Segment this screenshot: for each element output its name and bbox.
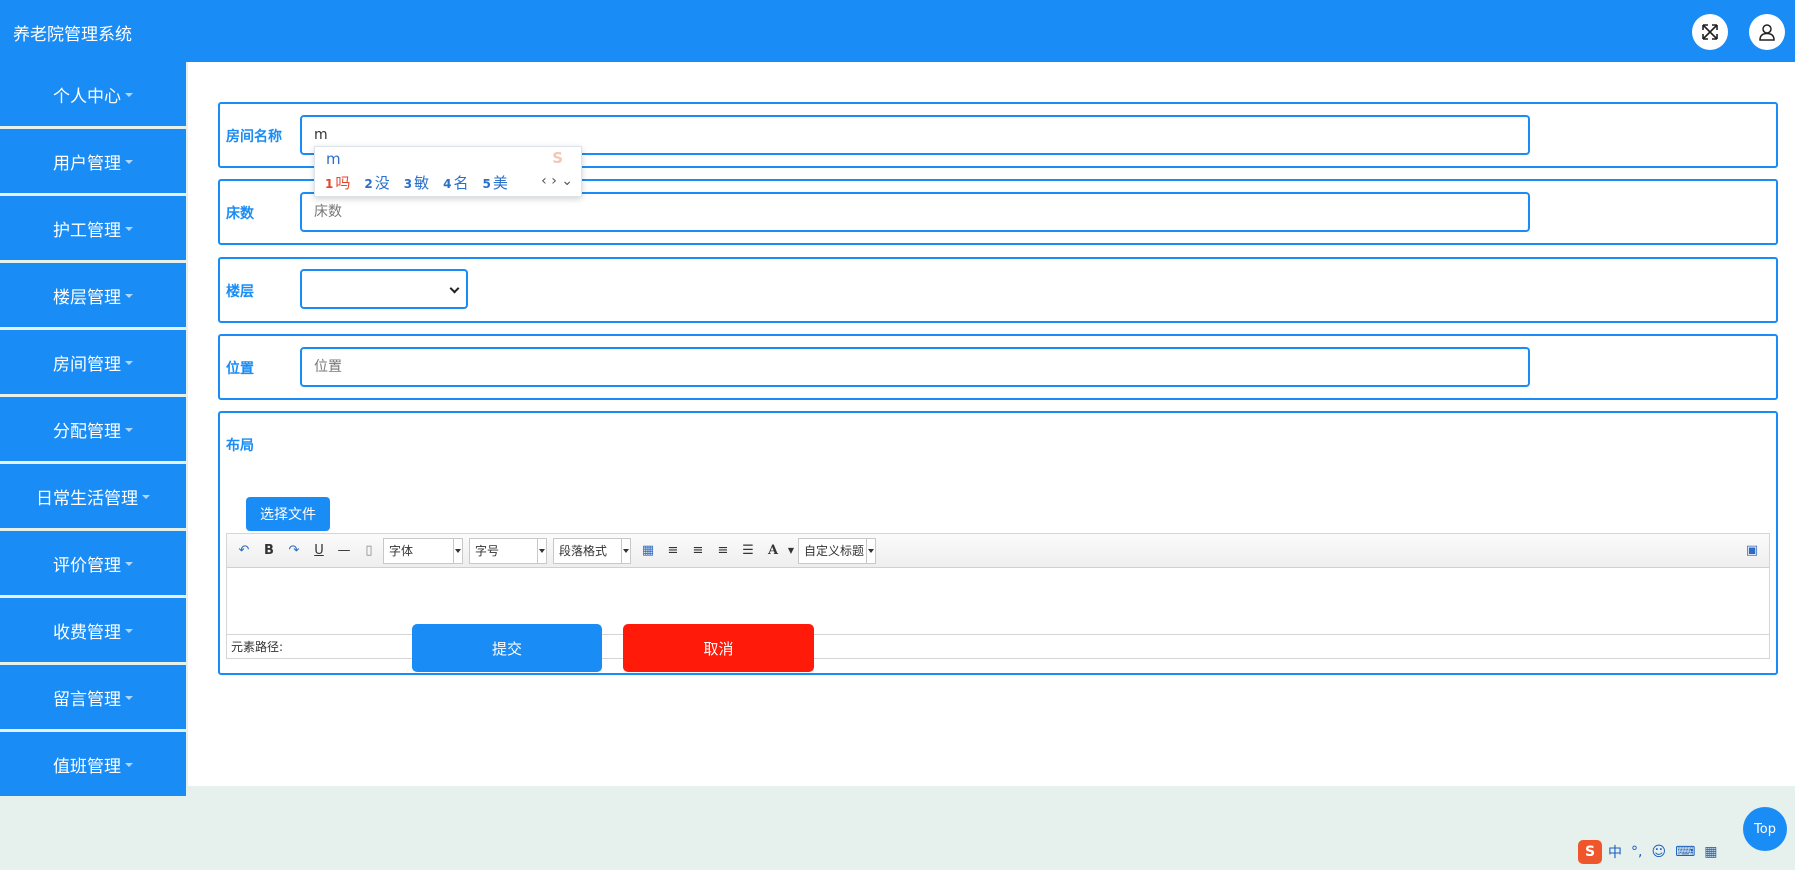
underline-icon[interactable]: U bbox=[308, 540, 330, 562]
custom-title-combo[interactable]: 自定义标题 bbox=[798, 537, 876, 564]
redo-icon[interactable]: ↷ bbox=[283, 540, 305, 562]
caret-down-icon bbox=[125, 227, 133, 231]
sidebar-item-personal-center[interactable]: 个人中心 bbox=[0, 62, 186, 126]
dropdown-arrow-icon bbox=[621, 538, 630, 563]
chevron-down-icon bbox=[449, 283, 460, 294]
submit-button[interactable]: 提交 bbox=[412, 624, 602, 672]
ime-composition: m bbox=[326, 150, 341, 168]
cancel-button[interactable]: 取消 bbox=[623, 624, 814, 672]
editor-toolbar: ↶ B ↷ U — ▯ 字体 字号 段落格式 ▦ ≡ ≡ ≡ ☰ A ▼ 自定义… bbox=[227, 534, 1769, 568]
sogou-logo-icon: S bbox=[552, 149, 563, 167]
choose-file-button[interactable]: 选择文件 bbox=[246, 497, 330, 531]
user-menu-button[interactable] bbox=[1749, 14, 1785, 50]
sidebar-item-fee-management[interactable]: 收费管理 bbox=[0, 598, 186, 662]
align-left-icon[interactable]: ≡ bbox=[662, 540, 684, 562]
font-size-combo[interactable]: 字号 bbox=[469, 537, 547, 564]
location-input[interactable] bbox=[300, 347, 1530, 387]
page-icon[interactable]: ▯ bbox=[358, 540, 380, 562]
undo-icon[interactable]: ↶ bbox=[233, 540, 255, 562]
sidebar-item-user-management[interactable]: 用户管理 bbox=[0, 129, 186, 193]
ime-candidate[interactable]: 1吗 bbox=[325, 172, 350, 193]
horizontal-rule-icon[interactable]: — bbox=[333, 540, 355, 562]
user-icon bbox=[1759, 24, 1775, 41]
dropdown-arrow-icon bbox=[537, 538, 546, 563]
ime-page-nav[interactable]: ‹ › ⌄ bbox=[541, 173, 573, 189]
ime-mode-indicator[interactable]: 中 bbox=[1608, 842, 1622, 862]
dropdown-arrow-icon bbox=[453, 538, 462, 563]
paragraph-format-combo[interactable]: 段落格式 bbox=[553, 537, 631, 564]
sidebar-item-allocation-management[interactable]: 分配管理 bbox=[0, 397, 186, 461]
sidebar-item-duty-management[interactable]: 值班管理 bbox=[0, 732, 186, 796]
sidebar-item-message-management[interactable]: 留言管理 bbox=[0, 665, 186, 729]
bold-icon[interactable]: B bbox=[258, 540, 280, 562]
caret-down-icon bbox=[125, 93, 133, 97]
font-color-dropdown-icon[interactable]: ▼ bbox=[787, 540, 795, 562]
sidebar-item-caregiver-management[interactable]: 护工管理 bbox=[0, 196, 186, 260]
sidebar: 个人中心 用户管理 护工管理 楼层管理 房间管理 分配管理 日常生活管理 评价管… bbox=[0, 62, 188, 799]
caret-down-icon bbox=[125, 763, 133, 767]
beds-label: 床数 bbox=[226, 206, 254, 222]
layout-label: 布局 bbox=[226, 438, 254, 454]
font-family-combo[interactable]: 字体 bbox=[383, 537, 463, 564]
ime-candidate[interactable]: 3敏 bbox=[404, 172, 429, 193]
caret-down-icon bbox=[125, 562, 133, 566]
beds-input[interactable] bbox=[300, 192, 1530, 232]
fullscreen-button[interactable] bbox=[1692, 14, 1728, 50]
location-row: 位置 bbox=[218, 334, 1778, 400]
location-label: 位置 bbox=[226, 361, 254, 377]
align-justify-icon[interactable]: ☰ bbox=[737, 540, 759, 562]
dropdown-arrow-icon bbox=[866, 538, 875, 563]
floor-select[interactable] bbox=[300, 269, 468, 309]
caret-down-icon bbox=[125, 361, 133, 365]
sidebar-item-daily-life-management[interactable]: 日常生活管理 bbox=[0, 464, 186, 528]
ime-candidate[interactable]: 2没 bbox=[364, 172, 389, 193]
keyboard-icon[interactable]: ⌨ bbox=[1675, 844, 1695, 860]
floor-row: 楼层 bbox=[218, 257, 1778, 323]
sidebar-item-floor-management[interactable]: 楼层管理 bbox=[0, 263, 186, 327]
room-name-label: 房间名称 bbox=[226, 129, 282, 145]
ime-candidate[interactable]: 5美 bbox=[483, 172, 508, 193]
ime-status-bar: S 中 °, ☺ ⌨ ▦ bbox=[1578, 840, 1792, 864]
sidebar-item-room-management[interactable]: 房间管理 bbox=[0, 330, 186, 394]
ime-candidate-window: m S 1吗 2没 3敏 4名 5美 ‹ › ⌄ bbox=[314, 146, 582, 197]
expand-arrows-icon bbox=[1702, 24, 1718, 40]
ime-candidate[interactable]: 4名 bbox=[443, 172, 468, 193]
caret-down-icon bbox=[125, 294, 133, 298]
ime-candidate-list: 1吗 2没 3敏 4名 5美 bbox=[325, 172, 522, 193]
caret-down-icon bbox=[125, 696, 133, 700]
align-right-icon[interactable]: ≡ bbox=[687, 540, 709, 562]
top-bar: 养老院管理系统 bbox=[0, 0, 1795, 62]
floor-label: 楼层 bbox=[226, 284, 254, 300]
grid-icon[interactable]: ▦ bbox=[1704, 844, 1717, 860]
table-icon[interactable]: ▦ bbox=[637, 540, 659, 562]
caret-down-icon bbox=[142, 495, 150, 499]
punctuation-icon[interactable]: °, bbox=[1631, 844, 1642, 860]
caret-down-icon bbox=[125, 428, 133, 432]
emoji-icon[interactable]: ☺ bbox=[1651, 844, 1666, 860]
align-center-icon[interactable]: ≡ bbox=[712, 540, 734, 562]
sogou-ime-icon[interactable]: S bbox=[1578, 840, 1602, 864]
caret-down-icon bbox=[125, 160, 133, 164]
caret-down-icon bbox=[125, 629, 133, 633]
sidebar-item-evaluation-management[interactable]: 评价管理 bbox=[0, 531, 186, 595]
font-color-icon[interactable]: A bbox=[762, 540, 784, 562]
app-title: 养老院管理系统 bbox=[13, 25, 132, 45]
fullscreen-editor-icon[interactable]: ▣ bbox=[1741, 540, 1763, 562]
